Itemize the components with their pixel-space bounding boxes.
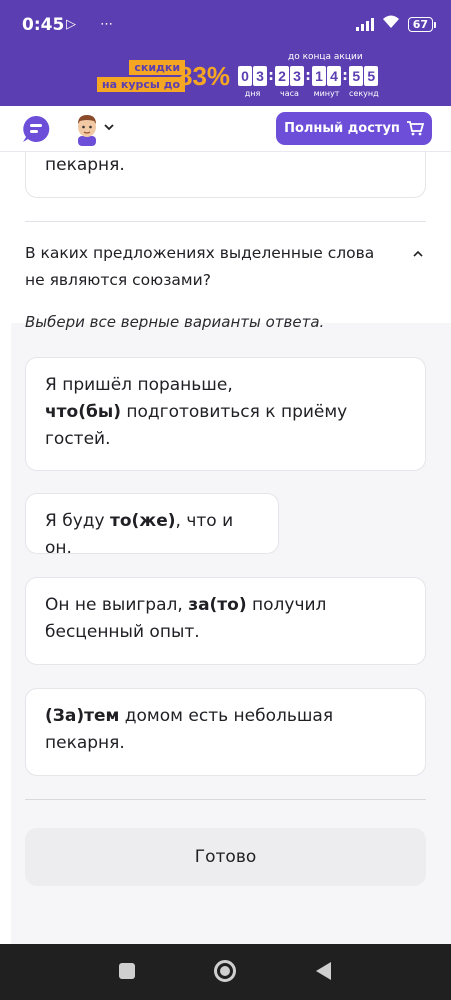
lesson-content[interactable]: пекарня. В каких предложениях выделенные… — [0, 152, 451, 944]
promo-tags: скидки на курсы до — [97, 60, 186, 92]
countdown-minutes: 1 4 минут — [312, 66, 341, 98]
full-access-label: Полный доступ — [284, 121, 400, 136]
countdown-digit: 2 — [275, 66, 289, 86]
countdown-digit: 3 — [253, 66, 267, 86]
option-highlight: за(то) — [188, 595, 247, 615]
countdown-digit: 3 — [290, 66, 304, 86]
chevron-down-icon[interactable] — [104, 122, 114, 132]
option-highlight: что(бы) — [45, 402, 121, 422]
avatar[interactable] — [72, 112, 102, 146]
option-card-2[interactable]: Я буду то(же), что и он. — [25, 493, 279, 558]
status-time: 0:45 — [22, 15, 65, 35]
divider — [25, 221, 426, 222]
done-button[interactable]: Готово — [25, 828, 426, 886]
countdown-label: часа — [280, 89, 299, 98]
countdown-separator: : — [268, 68, 274, 84]
countdown-label: дня — [244, 89, 261, 98]
notification-icons: ▷ ⋯ — [66, 17, 124, 32]
wifi-icon — [382, 15, 400, 33]
chevron-up-icon[interactable] — [412, 248, 424, 260]
divider — [25, 799, 426, 800]
option-card-4[interactable]: (За)тем домом есть небольшая пекарня. — [25, 688, 426, 776]
countdown-label: секунд — [349, 89, 379, 98]
promo-tag-courses: на курсы до — [97, 77, 186, 92]
signal-icon — [355, 17, 374, 31]
options-panel-edge — [0, 323, 11, 944]
chat-logo-icon[interactable] — [22, 115, 50, 143]
option-text: Он не выиграл, — [45, 595, 189, 615]
countdown-digit: 4 — [327, 66, 341, 86]
promo-tag-discount: скидки — [129, 60, 186, 75]
countdown-digit: 1 — [312, 66, 326, 86]
status-bar: 0:45 ▷ ⋯ 67 — [0, 0, 451, 48]
promo-percent: 83% — [178, 61, 231, 91]
recent-apps-icon[interactable] — [119, 963, 135, 979]
instruction-text: Выбери все верные варианты ответа. — [25, 313, 325, 331]
countdown-label: минут — [313, 89, 340, 98]
cart-icon — [406, 121, 424, 136]
countdown-hours: 2 3 часа — [275, 66, 304, 98]
status-right: 67 — [355, 15, 437, 33]
countdown-digit: 0 — [238, 66, 252, 86]
battery-icon: 67 — [407, 16, 437, 32]
option-highlight: то(же) — [109, 511, 176, 531]
system-nav-bar — [0, 944, 451, 1000]
countdown-days: 0 3 дня — [238, 66, 267, 98]
full-access-button[interactable]: Полный доступ — [276, 112, 432, 145]
back-icon[interactable] — [316, 962, 331, 980]
option-highlight: (За)тем — [45, 706, 120, 726]
previous-option-text: пекарня. — [45, 155, 125, 175]
option-text: Я пришёл пораньше, — [45, 375, 233, 395]
app-header: Полный доступ — [0, 106, 451, 152]
option-text: Я буду — [45, 511, 110, 531]
question-text: В каких предложениях выделенные слова не… — [25, 244, 375, 289]
countdown-seconds: 5 5 секунд — [349, 66, 379, 98]
option-card-3[interactable]: Он не выиграл, за(то) получил бесценный … — [25, 577, 426, 665]
countdown-separator: : — [305, 68, 311, 84]
countdown-timer: 0 3 дня : 2 3 часа : 1 4 минут : 5 5 сек… — [238, 66, 379, 98]
promo-until-label: до конца акции — [288, 52, 363, 62]
countdown-digit: 5 — [349, 66, 364, 86]
countdown-digit: 5 — [364, 66, 379, 86]
previous-option-card[interactable]: пекарня. — [25, 152, 426, 198]
option-card-1[interactable]: Я пришёл пораньше, что(бы) подготовиться… — [25, 357, 426, 471]
home-icon[interactable] — [214, 960, 236, 982]
countdown-separator: : — [342, 68, 348, 84]
promo-banner[interactable]: скидки на курсы до 83% до конца акции 0 … — [0, 48, 451, 106]
